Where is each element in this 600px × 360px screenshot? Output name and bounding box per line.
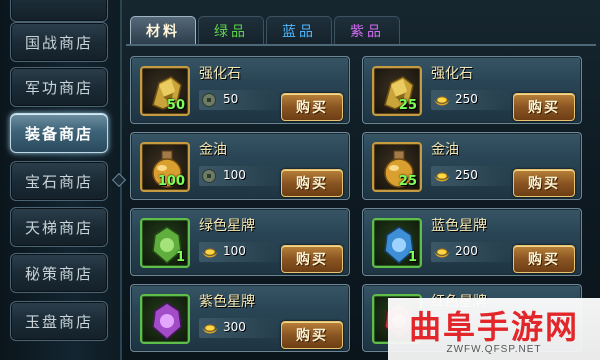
item-quantity: 100 (157, 174, 185, 189)
item-price: 250 (455, 92, 478, 106)
item-name: 强化石 (199, 66, 241, 82)
sidebar-item-label: 秘策商店 (24, 264, 93, 283)
gold-ingot-icon (201, 320, 219, 340)
sidebar-item-strategy-shop[interactable]: 秘策商店 (10, 253, 108, 293)
shop-item-card: 50 强化石 50 购买 (130, 56, 350, 124)
sidebar-item-partial[interactable] (10, 0, 108, 22)
item-name: 紫色星牌 (199, 294, 255, 310)
reinforce-stone-icon[interactable]: 50 (140, 66, 190, 116)
item-price: 200 (455, 244, 478, 258)
tab-label: 蓝品 (282, 23, 316, 40)
shop-item-card: 100 金油 100 购买 (130, 132, 350, 200)
buy-label: 购买 (528, 252, 560, 268)
item-price: 250 (455, 168, 478, 182)
shop-item-card: 25 金油 250 购买 (362, 132, 582, 200)
item-price: 100 (223, 244, 246, 258)
watermark-title: 曲阜手游网 (408, 308, 579, 346)
buy-button[interactable]: 购买 (281, 321, 343, 349)
shop-item-card: 1 蓝色星牌 200 购买 (362, 208, 582, 276)
category-tabs: 材料 绿品 蓝品 紫品 (126, 12, 596, 46)
sidebar-item-label: 宝石商店 (24, 172, 93, 191)
sidebar-item-label: 国战商店 (24, 33, 93, 52)
item-price: 100 (223, 168, 246, 182)
shop-item-card: 紫色星牌 300 购买 (130, 284, 350, 352)
shop-item-card: 25 强化石 250 购买 (362, 56, 582, 124)
tab-green[interactable]: 绿品 (198, 16, 264, 44)
sidebar-item-ladder-shop[interactable]: 天梯商店 (10, 207, 108, 247)
sidebar-item-merit-shop[interactable]: 军功商店 (10, 67, 108, 107)
sidebar-item-label: 玉盘商店 (24, 312, 93, 331)
item-quantity: 1 (175, 250, 185, 265)
gold-ingot-icon (201, 244, 219, 264)
site-watermark: 曲阜手游网 ZWFW.QFSP.NET (388, 298, 600, 360)
buy-button[interactable]: 购买 (513, 93, 575, 121)
item-price: 50 (223, 92, 239, 106)
copper-coin-icon (201, 92, 217, 112)
item-name: 金油 (431, 142, 459, 158)
gold-ingot-icon (433, 92, 451, 112)
buy-button[interactable]: 购买 (513, 169, 575, 197)
watermark-url: ZWFW.QFSP.NET (446, 344, 542, 355)
sidebar-item-guowar-shop[interactable]: 国战商店 (10, 22, 108, 62)
tab-materials[interactable]: 材料 (130, 16, 196, 44)
tab-label: 紫品 (350, 23, 384, 40)
sidebar-item-jade-shop[interactable]: 玉盘商店 (10, 301, 108, 341)
buy-button[interactable]: 购买 (281, 93, 343, 121)
buy-label: 购买 (296, 328, 328, 344)
item-name: 绿色星牌 (199, 218, 255, 234)
shop-item-card: 1 绿色星牌 100 购买 (130, 208, 350, 276)
gold-oil-icon[interactable]: 25 (372, 142, 422, 192)
tab-label: 材料 (146, 23, 180, 40)
item-quantity: 25 (398, 174, 417, 189)
shop-sidebar: 国战商店 军功商店 装备商店 宝石商店 天梯商店 秘策商店 玉盘商店 (0, 0, 122, 360)
shop-window: 国战商店 军功商店 装备商店 宝石商店 天梯商店 秘策商店 玉盘商店 材料 绿品… (0, 0, 600, 360)
buy-label: 购买 (296, 100, 328, 116)
buy-button[interactable]: 购买 (281, 245, 343, 273)
item-name: 金油 (199, 142, 227, 158)
reinforce-stone-icon[interactable]: 25 (372, 66, 422, 116)
tab-blue[interactable]: 蓝品 (266, 16, 332, 44)
gold-ingot-icon (433, 168, 451, 188)
buy-label: 购买 (296, 176, 328, 192)
sidebar-item-equipment-shop[interactable]: 装备商店 (10, 113, 108, 153)
item-name: 蓝色星牌 (431, 218, 487, 234)
item-quantity: 25 (398, 98, 417, 113)
copper-coin-icon (201, 168, 217, 188)
green-star-token-icon[interactable]: 1 (140, 218, 190, 268)
sidebar-item-gem-shop[interactable]: 宝石商店 (10, 161, 108, 201)
item-price: 300 (223, 320, 246, 334)
item-name: 强化石 (431, 66, 473, 82)
item-quantity: 50 (166, 98, 185, 113)
buy-label: 购买 (296, 252, 328, 268)
buy-label: 购买 (528, 176, 560, 192)
buy-label: 购买 (528, 100, 560, 116)
sidebar-item-label: 军功商店 (24, 78, 93, 97)
sidebar-item-label: 装备商店 (24, 124, 93, 143)
gold-oil-icon[interactable]: 100 (140, 142, 190, 192)
item-quantity: 1 (407, 250, 417, 265)
purple-star-token-icon[interactable] (140, 294, 190, 344)
buy-button[interactable]: 购买 (281, 169, 343, 197)
blue-star-token-icon[interactable]: 1 (372, 218, 422, 268)
tab-purple[interactable]: 紫品 (334, 16, 400, 44)
tab-label: 绿品 (214, 23, 248, 40)
buy-button[interactable]: 购买 (513, 245, 575, 273)
gold-ingot-icon (433, 244, 451, 264)
sidebar-item-label: 天梯商店 (24, 218, 93, 237)
